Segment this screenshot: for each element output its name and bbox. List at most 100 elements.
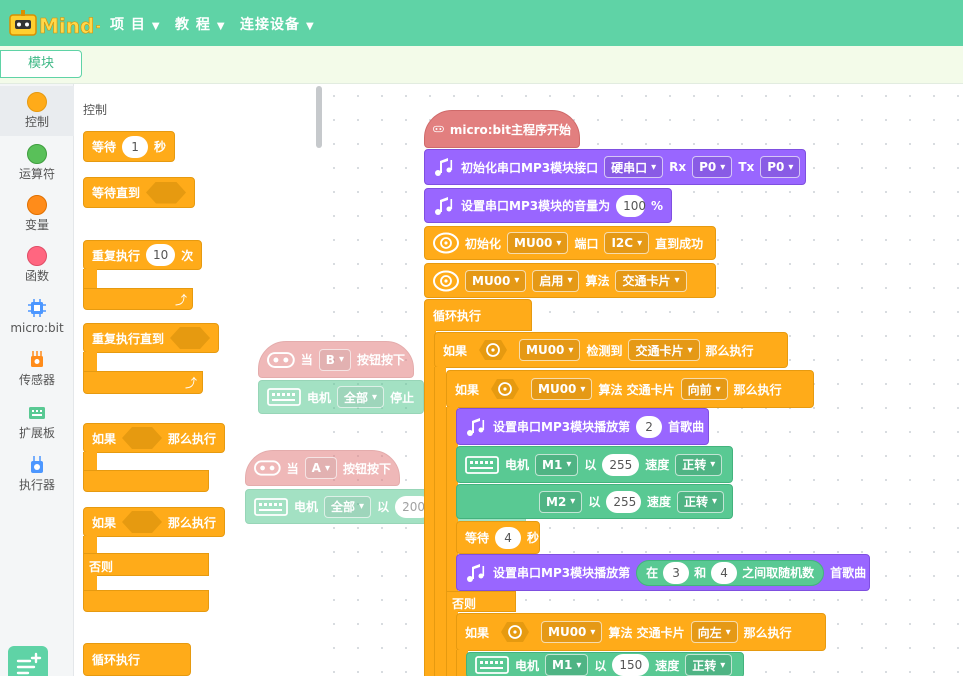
device-dropdown[interactable]: MU00 bbox=[507, 232, 569, 254]
category-sensors[interactable]: 传感器 bbox=[0, 344, 74, 394]
motor-dropdown[interactable]: M1 bbox=[535, 453, 579, 476]
block-mp3-play-random[interactable]: 设置串口MP3模块播放第 在 3 和 4 之间取随机数 首歌曲 bbox=[456, 554, 870, 591]
direction-dropdown[interactable]: 正转 bbox=[675, 453, 723, 476]
block-mp3-init[interactable]: 初始化串口MP3模块接口 硬串口 Rx P0 Tx P0 bbox=[424, 149, 806, 185]
direction-dropdown[interactable]: 向前 bbox=[680, 378, 728, 400]
number-input[interactable]: 4 bbox=[495, 526, 522, 549]
speed-input[interactable]: 150 bbox=[612, 654, 650, 676]
category-variables[interactable]: 变量 bbox=[0, 189, 74, 239]
block-vision-init[interactable]: 初始化 MU00 端口 I2C 直到成功 bbox=[424, 226, 716, 260]
target-dropdown[interactable]: 交通卡片 bbox=[628, 339, 700, 361]
block-text: 算法 bbox=[585, 274, 610, 288]
block-vision-algorithm[interactable]: MU00 启用 算法 交通卡片 bbox=[424, 263, 716, 298]
music-note-icon bbox=[433, 154, 455, 180]
block-text: 电机 bbox=[307, 390, 332, 405]
device-dropdown[interactable]: MU00 bbox=[531, 378, 593, 400]
number-input[interactable]: 1 bbox=[122, 135, 149, 158]
direction-dropdown[interactable]: 向左 bbox=[690, 621, 738, 643]
category-boards[interactable]: 扩展板 bbox=[0, 397, 74, 447]
motor-dropdown[interactable]: 全部 bbox=[324, 495, 372, 518]
category-microbit[interactable]: micro:bit bbox=[0, 292, 74, 342]
device-dropdown[interactable]: MU00 bbox=[465, 269, 527, 292]
menu-tutorial[interactable]: 教 程 ▼ bbox=[175, 14, 226, 34]
block-motor-m2[interactable]: M2 以 255 速度 正转 bbox=[456, 484, 733, 519]
category-control[interactable]: 控制 bbox=[0, 86, 74, 136]
category-operators[interactable]: 运算符 bbox=[0, 138, 74, 188]
vision-sensor-icon bbox=[473, 337, 513, 363]
rx-pin-dropdown[interactable]: P0 bbox=[692, 156, 733, 178]
motor-dropdown[interactable]: M2 bbox=[539, 490, 583, 513]
chevron-down-icon: ▼ bbox=[306, 21, 315, 32]
block-motor-m1-slow[interactable]: 电机 M1 以 150 速度 正转 bbox=[466, 652, 744, 676]
device-dropdown[interactable]: MU00 bbox=[541, 621, 603, 643]
serial-port-dropdown[interactable]: 硬串口 bbox=[604, 156, 664, 178]
block-text: 设置串口MP3模块播放第 bbox=[493, 420, 631, 434]
random-reporter[interactable]: 在 3 和 4 之间取随机数 bbox=[636, 559, 825, 586]
block-if-left[interactable]: 如果 MU00 算法 交通卡片 向左 那么执行 bbox=[456, 613, 826, 651]
block-text: 电机 bbox=[294, 500, 319, 514]
button-dropdown[interactable]: A bbox=[304, 457, 337, 479]
speed-input[interactable]: 255 bbox=[602, 453, 640, 476]
device-dropdown[interactable]: MU00 bbox=[519, 339, 581, 361]
block-text: 如果 bbox=[92, 515, 117, 530]
loose-motor-stop-block[interactable]: 电机 全部 停止 bbox=[258, 380, 424, 414]
random-min-input[interactable]: 3 bbox=[663, 561, 690, 584]
number-input[interactable]: 10 bbox=[146, 244, 176, 266]
boolean-slot[interactable] bbox=[170, 327, 211, 349]
tab-blocks[interactable]: 模块 bbox=[0, 50, 82, 78]
block-if-forward[interactable]: 如果 MU00 算法 交通卡片 向前 那么执行 bbox=[446, 370, 814, 408]
category-functions[interactable]: 函数 bbox=[0, 240, 74, 290]
tx-pin-dropdown[interactable]: P0 bbox=[760, 156, 801, 178]
block-text: Tx bbox=[738, 160, 755, 174]
block-motor-m1[interactable]: 电机 M1 以 255 速度 正转 bbox=[456, 446, 733, 483]
direction-dropdown[interactable]: 正转 bbox=[676, 490, 724, 513]
button-dropdown[interactable]: B bbox=[318, 348, 351, 371]
block-text: 以 bbox=[588, 495, 601, 509]
palette-block-forever[interactable]: 循环执行 bbox=[83, 643, 191, 676]
block-mp3-play[interactable]: 设置串口MP3模块播放第 2 首歌曲 bbox=[456, 408, 709, 445]
block-text: 设置串口MP3模块播放第 bbox=[493, 566, 631, 580]
category-actuators[interactable]: 执行器 bbox=[0, 449, 74, 499]
track-input[interactable]: 2 bbox=[636, 415, 663, 438]
motor-dropdown[interactable]: M1 bbox=[545, 654, 589, 676]
vision-sensor-icon bbox=[485, 376, 525, 402]
vision-sensor-icon bbox=[433, 230, 459, 256]
block-text: 以 bbox=[594, 658, 607, 673]
random-max-input[interactable]: 4 bbox=[711, 561, 738, 584]
block-text: 电机 bbox=[515, 658, 540, 673]
port-dropdown[interactable]: I2C bbox=[604, 232, 650, 254]
direction-dropdown[interactable]: 正转 bbox=[685, 654, 733, 676]
block-forever[interactable]: 循环执行 bbox=[424, 299, 532, 331]
algorithm-dropdown[interactable]: 交通卡片 bbox=[615, 269, 687, 292]
palette-block-repeat[interactable]: 重复执行 10 次 bbox=[83, 240, 203, 270]
volume-input[interactable]: 100 bbox=[616, 194, 646, 217]
motor-board-icon bbox=[465, 455, 499, 474]
microbit-chip-icon bbox=[28, 299, 46, 317]
block-text: 首歌曲 bbox=[830, 566, 867, 580]
mindplus-logo[interactable]: Mind+ bbox=[8, 9, 100, 39]
block-wait[interactable]: 等待 4 秒 bbox=[456, 521, 540, 554]
block-mp3-volume[interactable]: 设置串口MP3模块的音量为 100 % bbox=[424, 188, 672, 223]
palette-block-if[interactable]: 如果 那么执行 bbox=[83, 423, 226, 453]
block-text: 如果 bbox=[455, 382, 480, 397]
block-text: 按钮按下 bbox=[342, 461, 391, 476]
menu-project[interactable]: 项 目 ▼ bbox=[110, 14, 161, 34]
loose-hat-button-b[interactable]: 当 B 按钮按下 bbox=[258, 341, 414, 378]
palette-block-wait-until[interactable]: 等待直到 bbox=[83, 177, 196, 208]
loose-hat-button-a[interactable]: 当 A 按钮按下 bbox=[245, 450, 400, 486]
speed-input[interactable]: 255 bbox=[606, 490, 641, 513]
palette-block-wait[interactable]: 等待 1 秒 bbox=[83, 131, 176, 162]
menu-connect-device[interactable]: 连接设备 ▼ bbox=[240, 14, 315, 34]
hat-microbit-start[interactable]: micro:bit主程序开始 bbox=[424, 110, 580, 148]
palette-block-repeat-until[interactable]: 重复执行直到 bbox=[83, 323, 220, 353]
motor-dropdown[interactable]: 全部 bbox=[337, 386, 385, 408]
boolean-slot[interactable] bbox=[146, 181, 187, 204]
boolean-slot[interactable] bbox=[122, 511, 163, 533]
block-if-detect[interactable]: 如果 MU00 检测到 交通卡片 那么执行 bbox=[434, 332, 788, 368]
extension-button[interactable] bbox=[8, 646, 48, 676]
boolean-slot[interactable] bbox=[122, 427, 163, 449]
menu-tutorial-label: 教 程 bbox=[175, 17, 211, 33]
palette-block-if-else[interactable]: 如果 那么执行 bbox=[83, 507, 226, 537]
circle-icon bbox=[27, 144, 47, 164]
state-dropdown[interactable]: 启用 bbox=[532, 269, 580, 292]
